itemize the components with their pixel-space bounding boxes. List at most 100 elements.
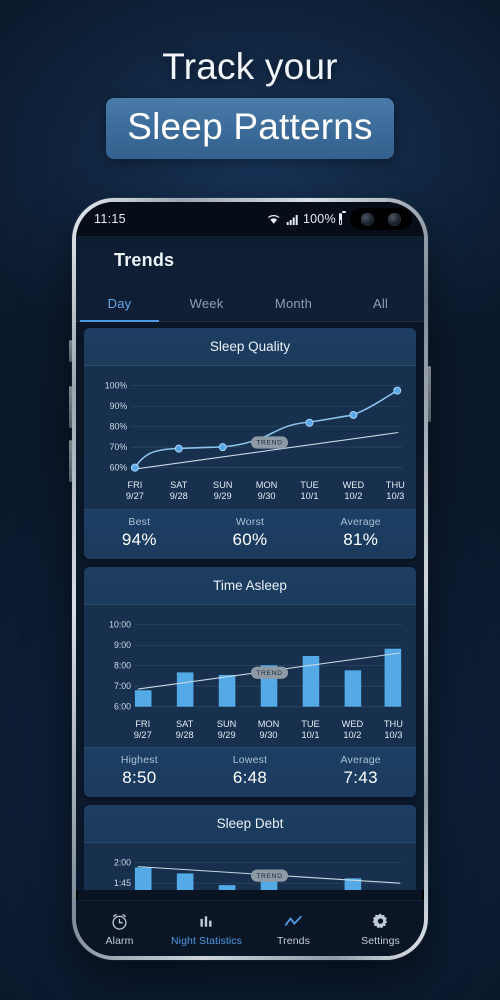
- xtick-date-5: 10/2: [344, 491, 362, 501]
- tab-day[interactable]: Day: [76, 287, 163, 322]
- xtick-date-4: 10/1: [301, 729, 319, 739]
- phone-screen: 11:15 100% Trends Day Week Month All Sle…: [76, 202, 424, 956]
- app-header: Trends Day Week Month All: [76, 236, 424, 322]
- nav-label-settings: Settings: [361, 935, 400, 947]
- line-chart-icon: [250, 910, 337, 932]
- xtick-date-3: 9/30: [260, 729, 278, 739]
- promo-badge: Sleep Patterns: [106, 98, 394, 159]
- camera-lens-icon: [388, 212, 401, 226]
- card-title-sleep-debt: Sleep Debt: [84, 805, 416, 844]
- xtick-date-0: 9/27: [134, 729, 152, 739]
- data-point-sun: [218, 443, 227, 452]
- xtick-day-2: SUN: [217, 719, 237, 729]
- xtick-date-4: 10/1: [300, 491, 318, 501]
- ytick-700: 7:00: [114, 681, 131, 691]
- ytick-145: 1:45: [114, 878, 131, 888]
- sleep-quality-line-chart: 100% 90% 80% 70% 60% TREND FRI 9/27 SAT …: [105, 381, 405, 501]
- ytick-80: 80%: [110, 422, 128, 432]
- xtick-date-1: 9/28: [170, 491, 188, 501]
- data-point-thu: [393, 386, 402, 395]
- xtick-date-5: 10/2: [343, 729, 361, 739]
- xtick-day-4: TUE: [301, 719, 320, 729]
- bar-sun: [218, 674, 236, 707]
- ytick-800: 8:00: [114, 660, 131, 670]
- wifi-icon: [268, 214, 280, 224]
- chart-sleep-quality: 100% 90% 80% 70% 60% TREND FRI 9/27 SAT …: [84, 366, 416, 509]
- stat-value-lowest: 6:48: [232, 768, 268, 788]
- ytick-70: 70%: [110, 442, 128, 452]
- ytick-200: 2:00: [114, 858, 131, 868]
- phone-mockup: 11:15 100% Trends Day Week Month All Sle…: [72, 198, 428, 960]
- bar-wed: [344, 669, 362, 707]
- chart-time-asleep: 10:00 9:00 8:00 7:00 6:00 TREND FRI 9/27…: [84, 604, 416, 748]
- gear-icon: [337, 910, 424, 932]
- time-asleep-bar-chart: 10:00 9:00 8:00 7:00 6:00 TREND FRI 9/27…: [109, 619, 403, 739]
- status-bar: 11:15 100%: [76, 202, 424, 236]
- bar-sun: [218, 885, 236, 890]
- status-bar-time: 11:15: [94, 212, 126, 226]
- trend-badge-time-asleep: TREND: [250, 666, 289, 679]
- data-point-tue: [305, 418, 314, 427]
- stat-value-best: 94%: [121, 529, 157, 549]
- battery-icon: [338, 211, 347, 225]
- tab-month[interactable]: Month: [250, 287, 337, 321]
- stat-value-average: 81%: [343, 529, 379, 549]
- stat-value-worst: 60%: [232, 529, 268, 549]
- nav-item-alarm[interactable]: Alarm: [76, 910, 163, 947]
- promo-line-1: Track your: [162, 46, 338, 87]
- data-point-sat: [174, 444, 183, 453]
- card-title-sleep-quality: Sleep Quality: [84, 328, 416, 366]
- xtick-day-4: TUE: [300, 480, 319, 490]
- stat-label-best: Best: [128, 515, 151, 528]
- card-sleep-debt[interactable]: Sleep Debt 2:00 1:45 1:30: [84, 805, 416, 890]
- front-camera-punch-hole: [350, 208, 412, 230]
- period-tabs: Day Week Month All: [76, 287, 424, 322]
- signal-bars-icon: [286, 214, 298, 225]
- xtick-date-6: 10/3: [386, 491, 404, 501]
- card-title-time-asleep: Time Asleep: [84, 566, 416, 605]
- stat-label-average: Average: [340, 515, 381, 528]
- card-time-asleep[interactable]: Time Asleep 10:00 9:00 8:00 7:00 6:00 TR…: [84, 566, 416, 798]
- stats-sleep-quality: Best 94% Worst 60% Average 81%: [84, 508, 416, 559]
- xtick-day-6: THU: [386, 480, 405, 490]
- ytick-100: 100%: [105, 381, 128, 391]
- xtick-day-2: SUN: [213, 480, 233, 490]
- ytick-1000: 10:00: [109, 619, 131, 629]
- stat-average: Average 81%: [305, 516, 416, 550]
- trends-scroll-area[interactable]: Sleep Quality 100% 90% 80% 70% 60% TREND…: [76, 322, 424, 890]
- xtick-day-3: MON: [258, 719, 280, 729]
- xtick-date-2: 9/29: [218, 729, 236, 739]
- stat-value-highest: 8:50: [122, 768, 157, 788]
- stat-highest: Highest 8:50: [84, 754, 195, 788]
- bar-sat: [176, 873, 194, 890]
- stat-best: Best 94%: [84, 516, 195, 550]
- stat-label-lowest: Lowest: [232, 754, 268, 767]
- card-sleep-quality[interactable]: Sleep Quality 100% 90% 80% 70% 60% TREND…: [84, 328, 416, 559]
- phone-power-button[interactable]: [428, 366, 431, 422]
- camera-lens-icon: [361, 212, 374, 226]
- ytick-900: 9:00: [114, 640, 131, 650]
- xtick-day-3: MON: [256, 480, 278, 490]
- bar-fri: [134, 867, 152, 890]
- trend-badge-label: TREND: [256, 670, 282, 677]
- xtick-day-5: WED: [342, 719, 364, 729]
- bar-sat: [176, 672, 194, 707]
- nav-label-night-statistics: Night Statistics: [170, 935, 243, 947]
- trend-badge-label: TREND: [256, 873, 282, 880]
- nav-label-alarm: Alarm: [105, 935, 134, 947]
- tab-week[interactable]: Week: [163, 287, 250, 321]
- nav-item-night-statistics[interactable]: Night Statistics: [163, 910, 250, 947]
- xtick-date-1: 9/28: [176, 729, 194, 739]
- bar-fri: [134, 689, 152, 707]
- bar-chart-icon: [163, 910, 250, 932]
- nav-item-trends[interactable]: Trends: [250, 910, 337, 947]
- xtick-day-1: SAT: [176, 719, 194, 729]
- promo-line-2: Sleep Patterns: [127, 106, 373, 147]
- nav-item-settings[interactable]: Settings: [337, 910, 424, 947]
- tab-all[interactable]: All: [337, 287, 424, 321]
- chart-sleep-debt: 2:00 1:45 1:30 TREND: [84, 843, 416, 890]
- trend-badge-sleep-quality: TREND: [250, 436, 289, 449]
- xtick-day-0: FRI: [127, 480, 142, 490]
- xtick-date-2: 9/29: [214, 491, 232, 501]
- xtick-date-6: 10/3: [384, 729, 402, 739]
